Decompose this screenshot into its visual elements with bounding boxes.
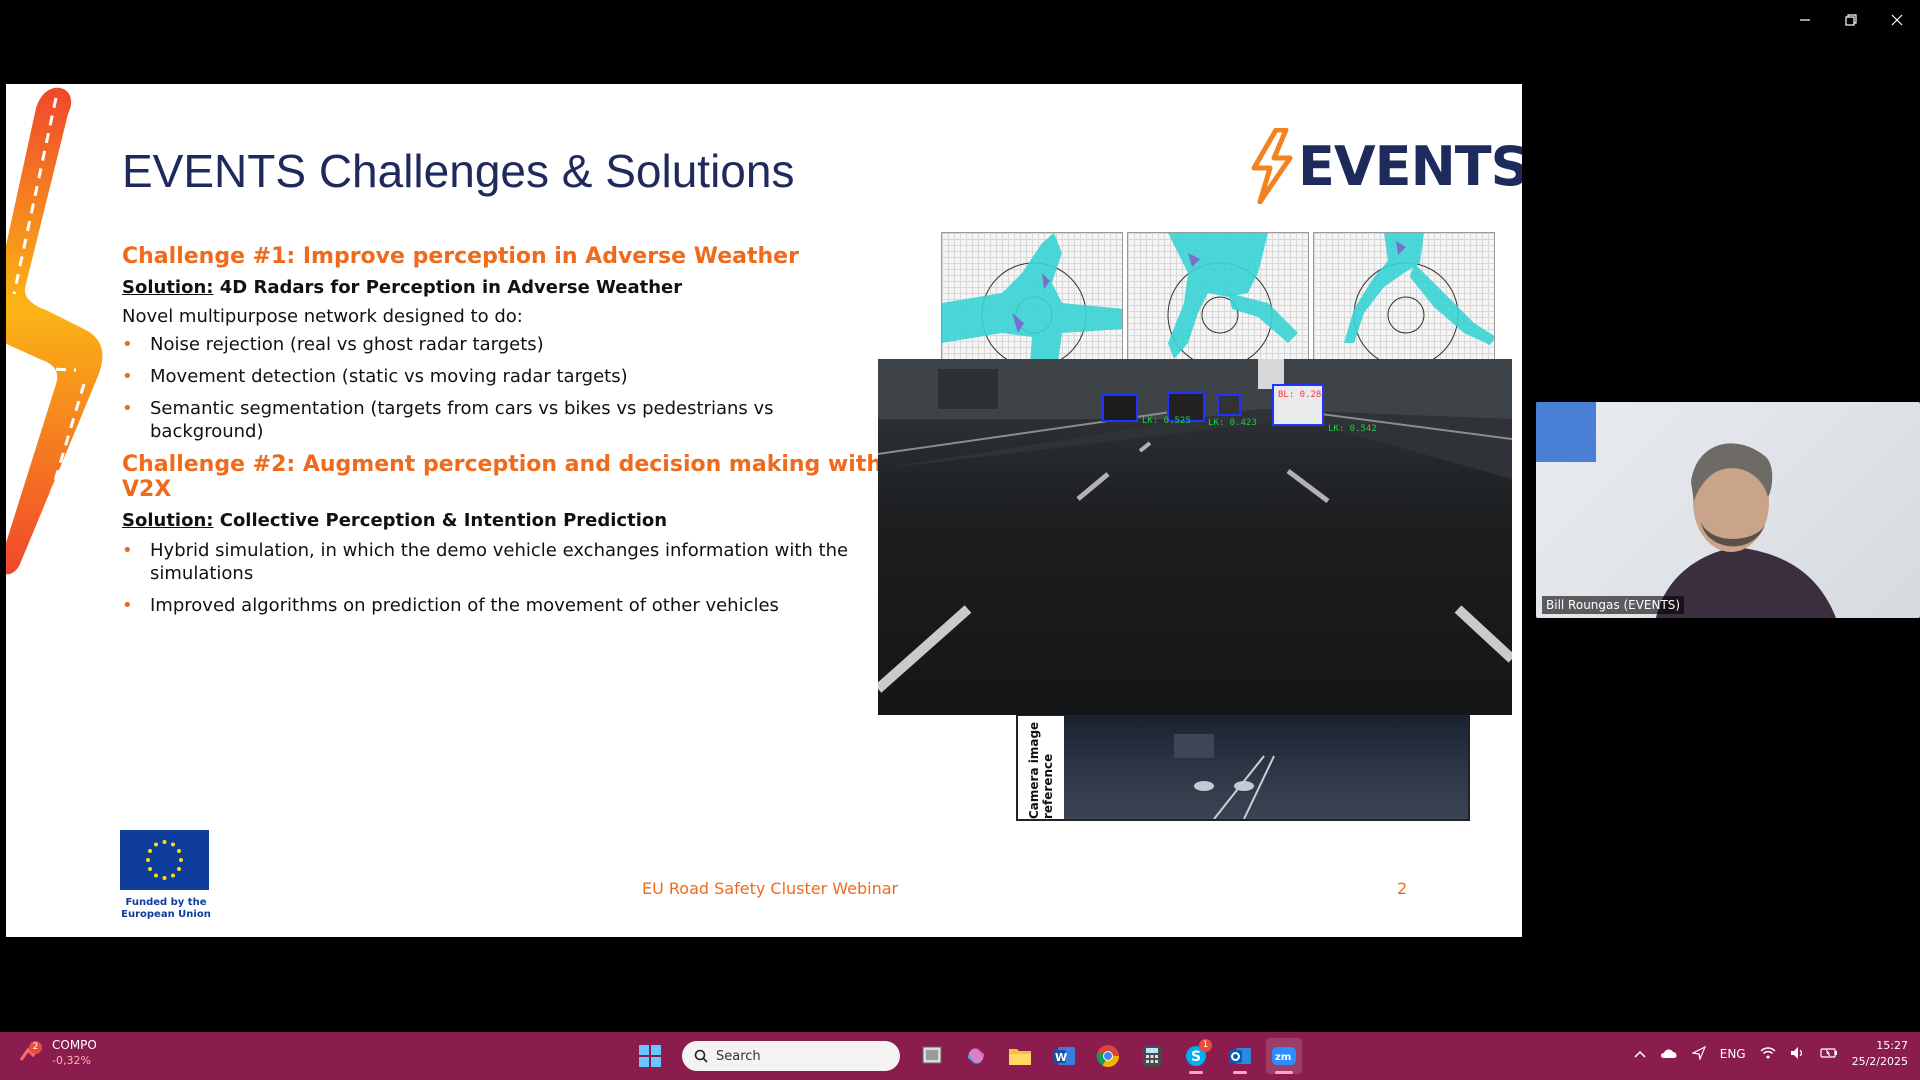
list-item: Noise rejection (real vs ghost radar tar… [122,333,882,356]
window-controls [1782,0,1920,40]
solution-text: 4D Radars for Perception in Adverse Weat… [213,277,683,298]
challenge-2-heading: Challenge #2: Augment perception and dec… [122,452,882,502]
system-tray: ENG 15:27 25/2/2025 [1634,1038,1908,1070]
minimize-icon[interactable] [1782,0,1828,40]
copilot-icon[interactable] [958,1038,994,1074]
stock-badge: 2 [29,1041,42,1054]
language-indicator[interactable]: ENG [1720,1047,1746,1061]
camera-reference-image: Camera image reference [1016,714,1470,821]
stock-change: -0,32% [52,1054,91,1067]
taskbar-apps: Search W S 1 zm [632,1038,1302,1074]
radar-grid-images [941,232,1495,362]
search-icon [694,1049,708,1063]
logo-text: EVENTS [1298,134,1522,198]
taskbar: 2 COMPO -0,32% Search W S 1 zm ENG 15:27… [0,1032,1920,1080]
list-item: Improved algorithms on prediction of the… [122,594,862,617]
participant-video[interactable]: Bill Roungas (EVENTS) [1536,402,1920,618]
stock-widget[interactable]: 2 COMPO -0,32% [18,1038,97,1068]
slide-page-number: 2 [1397,879,1408,898]
file-explorer-icon[interactable] [1002,1038,1038,1074]
radar-grid-image [1127,232,1309,362]
stock-name: COMPO [52,1038,97,1052]
svg-text:LK: 0.423: LK: 0.423 [1208,418,1257,428]
slide-content: Challenge #1: Improve perception in Adve… [122,244,882,626]
restore-icon[interactable] [1828,0,1874,40]
shared-slide: EVENTS Challenges & Solutions EVENTS Cha… [6,84,1522,937]
participant-name: Bill Roungas (EVENTS) [1542,596,1685,614]
task-view-icon[interactable] [914,1038,950,1074]
skype-icon[interactable]: S 1 [1178,1038,1214,1074]
lightning-logo-icon [1251,128,1293,204]
solution-label: Solution: [122,510,214,531]
location-icon[interactable] [1690,1045,1706,1063]
challenge-1-heading: Challenge #1: Improve perception in Adve… [122,244,799,269]
zoom-icon[interactable]: zm [1266,1038,1302,1074]
solution-text: Collective Perception & Intention Predic… [213,510,668,531]
solution-2: Solution: Collective Perception & Intent… [122,510,882,531]
participant-image [1536,402,1836,618]
night-road-image [1064,716,1468,819]
clock[interactable]: 15:27 25/2/2025 [1852,1038,1908,1070]
list-item: Semantic segmentation (targets from cars… [122,397,882,443]
clock-time: 15:27 [1876,1039,1908,1052]
svg-text:LK: 0.542: LK: 0.542 [1328,424,1377,434]
svg-text:BL: 0.28: BL: 0.28 [1278,390,1321,400]
wifi-icon[interactable] [1760,1046,1776,1062]
svg-text:S: S [1191,1049,1201,1065]
chrome-icon[interactable] [1090,1038,1126,1074]
active-indicator [1189,1071,1203,1074]
calculator-icon[interactable] [1134,1038,1170,1074]
slide-footer: EU Road Safety Cluster Webinar [642,879,899,898]
taskbar-search[interactable]: Search [682,1041,900,1071]
challenge-2-bullets: Hybrid simulation, in which the demo veh… [122,539,862,617]
solution-1: Solution: 4D Radars for Perception in Ad… [122,277,882,298]
radar-grid-image [941,232,1123,362]
onedrive-icon[interactable] [1660,1047,1678,1062]
eu-flag-logo [120,830,209,890]
svg-text:LK: 0.525: LK: 0.525 [1142,416,1191,426]
camera-label: Camera image reference [1027,721,1055,819]
svg-text:zm: zm [1275,1052,1291,1063]
active-indicator [1233,1071,1247,1074]
list-item: Hybrid simulation, in which the demo veh… [122,539,862,585]
events-logo: EVENTS [1246,128,1522,204]
list-item: Movement detection (static vs moving rad… [122,365,882,388]
skype-badge: 1 [1199,1039,1212,1052]
dashcam-video: LK: 0.525 LK: 0.423 LK: 0.542 BL: 0.28 [878,359,1512,715]
challenge-1-bullets: Noise rejection (real vs ghost radar tar… [122,333,882,443]
outlook-icon[interactable] [1222,1038,1258,1074]
eu-funding-text: Funded by the European Union [121,897,211,920]
volume-icon[interactable] [1790,1046,1806,1063]
lightning-decoration [6,87,103,575]
clock-date: 25/2/2025 [1851,1055,1908,1068]
stock-icon: 2 [18,1040,44,1066]
svg-text:W: W [1055,1051,1067,1064]
stock-text: COMPO -0,32% [52,1038,97,1068]
challenge-1-intro: Novel multipurpose network designed to d… [122,306,523,327]
battery-icon[interactable] [1819,1047,1838,1062]
search-placeholder: Search [716,1048,761,1064]
radar-grid-image [1313,232,1495,362]
slide-title: EVENTS Challenges & Solutions [122,145,795,197]
windows-start-icon[interactable] [632,1038,668,1074]
close-icon[interactable] [1874,0,1920,40]
active-indicator [1275,1071,1293,1074]
chevron-up-icon[interactable] [1634,1047,1646,1061]
word-icon[interactable]: W [1046,1038,1082,1074]
solution-label: Solution: [122,277,214,298]
